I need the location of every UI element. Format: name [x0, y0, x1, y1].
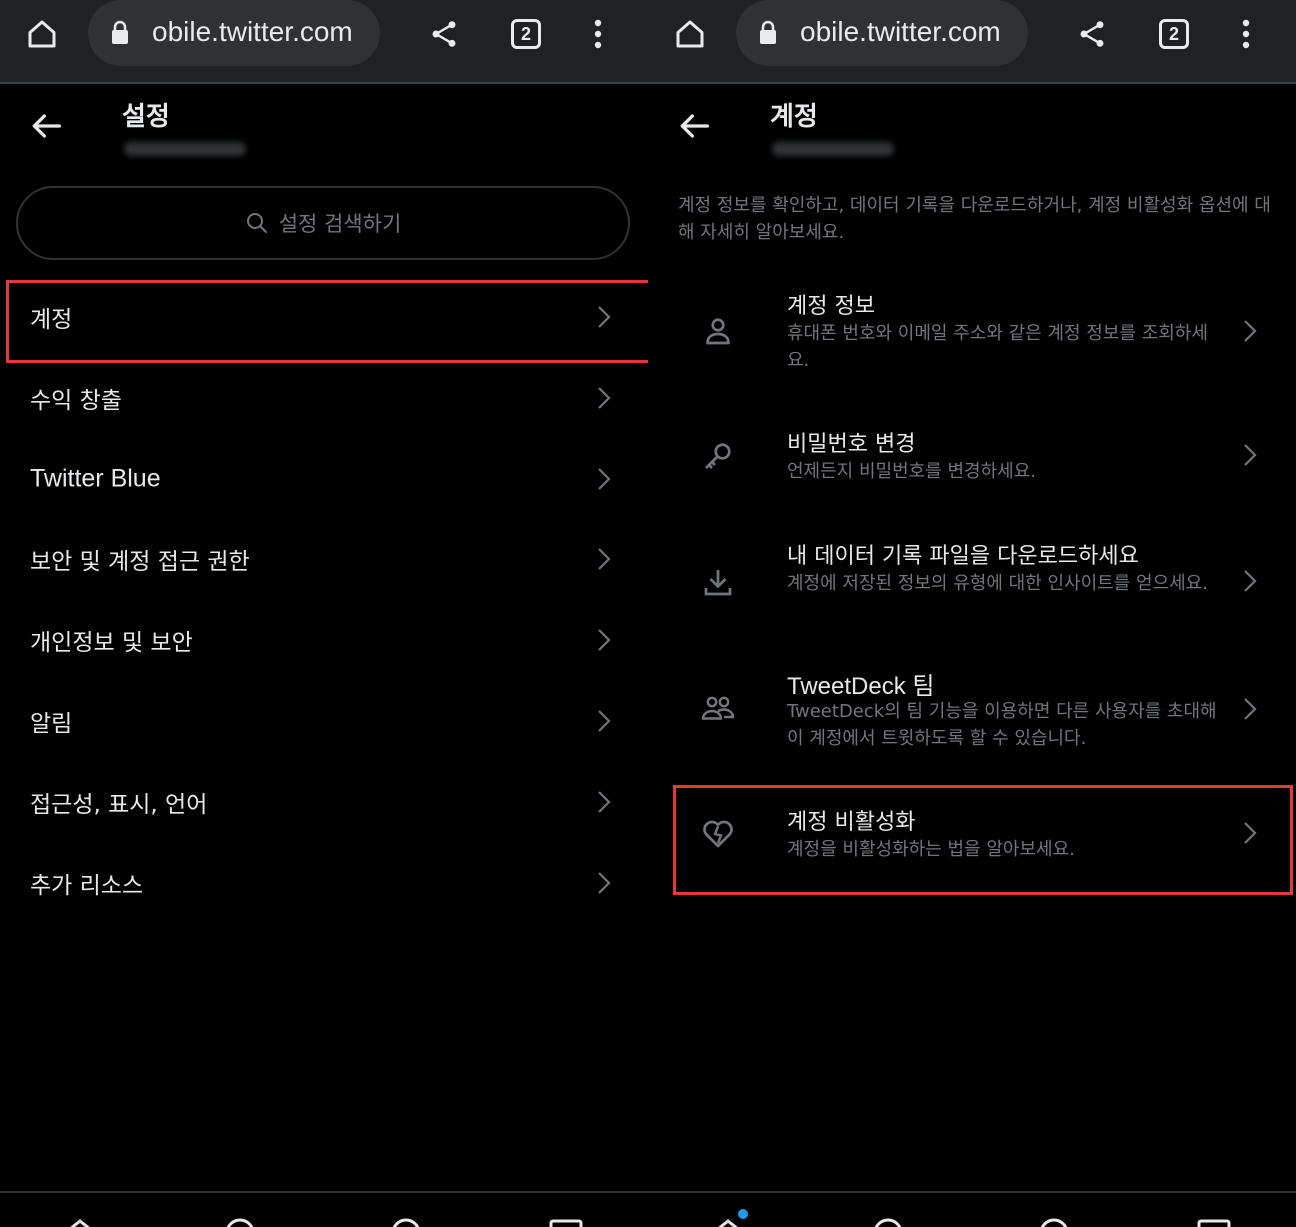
people-icon [701, 696, 735, 720]
more-vert-icon[interactable] [578, 14, 618, 54]
settings-item-label: 접근성, 표시, 언어 [30, 792, 208, 818]
settings-item-notifications[interactable]: 알림 [0, 681, 648, 761]
messages-tab-icon[interactable] [1196, 1215, 1232, 1227]
home-tab-icon[interactable] [62, 1215, 98, 1227]
more-vert-icon[interactable] [1226, 14, 1266, 54]
url-text: obile.twitter.com [800, 16, 1001, 47]
lock-icon [112, 20, 128, 44]
address-bar[interactable]: obile.twitter.com [88, 0, 380, 66]
account-item-title: 비밀번호 변경 [787, 432, 916, 457]
account-item-subtitle: 계정에 저장된 정보의 유형에 대한 인사이트를 얻으세요. [787, 573, 1208, 594]
blurred-username [772, 142, 894, 156]
messages-tab-icon[interactable] [548, 1215, 584, 1227]
broken-heart-icon [703, 820, 733, 848]
account-item-download-data[interactable]: 내 데이터 기록 파일을 다운로드하세요 계정에 저장된 정보의 유형에 대한 … [648, 530, 1296, 640]
account-item-password[interactable]: 비밀번호 변경 언제든지 비밀번호를 변경하세요. [648, 418, 1296, 498]
page-title: 설정 [122, 102, 170, 132]
spaces-tab-icon[interactable] [1036, 1215, 1072, 1227]
settings-item-label: Twitter Blue [30, 464, 161, 493]
search-tab-icon[interactable] [870, 1215, 906, 1227]
back-arrow-icon[interactable] [674, 106, 714, 146]
chevron-right-icon [598, 387, 611, 409]
chevron-right-icon [598, 629, 611, 651]
chevron-right-icon [1244, 444, 1257, 466]
search-tab-icon[interactable] [222, 1215, 258, 1227]
bottom-nav [648, 1191, 1296, 1227]
chevron-right-icon [1244, 570, 1257, 592]
settings-item-privacy[interactable]: 개인정보 및 보안 [0, 600, 648, 680]
settings-item-label: 추가 리소스 [30, 873, 144, 899]
page-title: 계정 [770, 102, 818, 132]
chevron-right-icon [1244, 822, 1257, 844]
browser-toolbar: obile.twitter.com 2 [648, 0, 1296, 84]
settings-item-label: 알림 [30, 711, 73, 737]
account-item-tweetdeck-teams[interactable]: TweetDeck 팀 TweetDeck의 팀 기능을 이용하면 다른 사용자… [648, 658, 1296, 768]
tab-switcher-button[interactable]: 2 [506, 14, 546, 54]
notification-dot [738, 1209, 748, 1219]
settings-item-label: 보안 및 계정 접근 권한 [30, 549, 250, 575]
key-icon [705, 443, 731, 469]
account-item-title: TweetDeck 팀 [787, 673, 935, 700]
search-placeholder: 설정 검색하기 [278, 212, 402, 236]
account-item-subtitle: 휴대폰 번호와 이메일 주소와 같은 계정 정보를 조회하세요. [787, 323, 1208, 371]
blurred-username [124, 142, 246, 156]
settings-item-twitter-blue[interactable]: Twitter Blue [0, 439, 648, 519]
settings-search-input[interactable]: 설정 검색하기 [16, 186, 630, 260]
account-item-subtitle: 언제든지 비밀번호를 변경하세요. [787, 461, 1037, 482]
tab-count: 2 [511, 19, 541, 49]
chevron-right-icon [598, 306, 611, 328]
account-item-info[interactable]: 계정 정보 휴대폰 번호와 이메일 주소와 같은 계정 정보를 조회하세요. [648, 280, 1296, 392]
account-item-title: 계정 비활성화 [787, 810, 916, 835]
settings-item-label: 수익 창출 [30, 388, 122, 414]
url-text: obile.twitter.com [152, 16, 353, 47]
settings-item-resources[interactable]: 추가 리소스 [0, 843, 648, 923]
chevron-right-icon [598, 791, 611, 813]
chevron-right-icon [598, 872, 611, 894]
share-icon[interactable] [424, 14, 464, 54]
search-icon [246, 213, 267, 233]
settings-item-security[interactable]: 보안 및 계정 접근 권한 [0, 519, 648, 599]
chevron-right-icon [598, 468, 611, 490]
chevron-right-icon [598, 548, 611, 570]
settings-item-accessibility[interactable]: 접근성, 표시, 언어 [0, 762, 648, 842]
account-screen: obile.twitter.com 2 계정 계정 정보를 확인하고, 데이터 … [648, 0, 1296, 1227]
settings-screen: obile.twitter.com 2 설정 설정 검색하기 계정 수익 창출 … [0, 0, 648, 1227]
account-item-subtitle: 계정을 비활성화하는 법을 알아보세요. [787, 839, 1075, 860]
back-arrow-icon[interactable] [26, 106, 66, 146]
account-item-title: 내 데이터 기록 파일을 다운로드하세요 [787, 544, 1139, 569]
account-item-deactivate[interactable]: 계정 비활성화 계정을 비활성화하는 법을 알아보세요. [648, 796, 1296, 876]
bottom-nav [0, 1191, 648, 1227]
settings-item-label: 계정 [30, 307, 73, 333]
home-icon[interactable] [22, 14, 62, 54]
tab-switcher-button[interactable]: 2 [1154, 14, 1194, 54]
chevron-right-icon [1244, 320, 1257, 342]
share-icon[interactable] [1072, 14, 1112, 54]
person-icon [706, 318, 730, 345]
browser-toolbar: obile.twitter.com 2 [0, 0, 648, 84]
settings-item-monetization[interactable]: 수익 창출 [0, 358, 648, 438]
download-icon [704, 570, 732, 596]
address-bar[interactable]: obile.twitter.com [736, 0, 1028, 66]
account-item-title: 계정 정보 [787, 294, 875, 319]
chevron-right-icon [598, 710, 611, 732]
page-description: 계정 정보를 확인하고, 데이터 기록을 다운로드하거나, 계정 비활성화 옵션… [678, 195, 1271, 243]
spaces-tab-icon[interactable] [388, 1215, 424, 1227]
tab-count: 2 [1159, 19, 1189, 49]
settings-item-account[interactable]: 계정 [0, 277, 648, 357]
chevron-right-icon [1244, 698, 1257, 720]
account-item-subtitle: TweetDeck의 팀 기능을 이용하면 다른 사용자를 초대해 이 계정에서… [787, 701, 1217, 749]
lock-icon [760, 20, 776, 44]
home-icon[interactable] [670, 14, 710, 54]
settings-item-label: 개인정보 및 보안 [30, 630, 193, 656]
